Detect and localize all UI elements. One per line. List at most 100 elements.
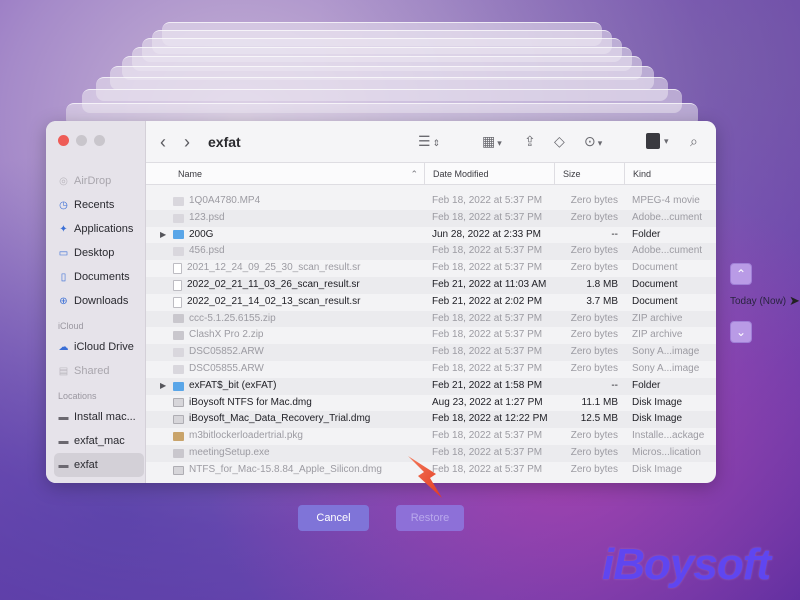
tag-button[interactable]: ◇ — [554, 133, 565, 150]
table-row[interactable]: 2021_12_24_09_25_30_scan_result.sr Feb 18… — [146, 260, 716, 277]
table-row[interactable]: iBoysoft NTFS for Mac.dmg Aug 23, 2022 at… — [146, 395, 716, 412]
file-icon — [173, 247, 184, 257]
table-row[interactable]: ▶ 200G Jun 28, 2022 at 2:33 PM -- Folder — [146, 227, 716, 244]
sidebar-item-documents[interactable]: ▯ Documents — [54, 265, 144, 289]
file-name: 123.psd — [189, 211, 225, 223]
table-row[interactable]: 2022_02_21_11_03_26_scan_result.sr Feb 21… — [146, 276, 716, 294]
file-kind: Sony A...image — [632, 346, 700, 358]
file-icon — [173, 296, 182, 308]
disclosure-triangle-icon[interactable]: ▶ — [160, 227, 168, 244]
chevron-down-icon[interactable]: ▾ — [664, 136, 669, 147]
table-row[interactable]: DSC05852.ARW Feb 18, 2022 at 5:37 PM Zero … — [146, 344, 716, 361]
file-name: meetingSetup.exe — [189, 446, 270, 458]
table-row[interactable]: iBoysoft_Mac_Data_Recovery_Trial.dmg Feb … — [146, 411, 716, 429]
table-row[interactable]: ClashX Pro 2.zip Feb 18, 2022 at 5:37 PM Z… — [146, 327, 716, 344]
share-button[interactable]: ⇪ — [524, 133, 536, 150]
sidebar-item-exfat-mac[interactable]: ▬ exfat_mac — [54, 429, 144, 453]
app-icon[interactable] — [646, 133, 660, 149]
timeline-up-button[interactable]: ⌃ — [730, 263, 752, 285]
table-row[interactable]: 456.psd Feb 18, 2022 at 5:37 PM Zero bytes… — [146, 243, 716, 261]
cancel-button[interactable]: Cancel — [298, 505, 369, 531]
document-icon: ▯ — [60, 271, 67, 283]
sidebar-item-label: Shared — [74, 365, 110, 377]
sidebar-item-icloud-drive[interactable]: ☁ iCloud Drive — [54, 335, 144, 359]
file-name: 1Q0A4780.MP4 — [189, 195, 261, 206]
table-row[interactable]: m3bitlockerloadertrial.pkg Feb 18, 2022 a… — [146, 428, 716, 445]
file-kind: Adobe...cument — [632, 211, 703, 223]
file-name: iBoysoft_Mac_Data_Recovery_Trial.dmg — [189, 413, 371, 425]
file-icon — [173, 348, 184, 358]
back-button[interactable]: ‹ — [160, 132, 166, 153]
file-name-cell: NTFS_for_Mac-15.8.84_Apple_Silicon.dmg — [146, 462, 424, 479]
file-name: exFAT$_bit (exFAT) — [189, 379, 277, 391]
timeline-down-button[interactable]: ⌄ — [730, 321, 752, 343]
file-date: Feb 18, 2022 at 5:37 PM — [432, 329, 543, 341]
applications-icon: ✦ — [59, 223, 68, 235]
close-button[interactable] — [58, 135, 69, 146]
file-size: Zero bytes — [570, 362, 618, 374]
file-kind: Document — [632, 278, 678, 290]
minimize-button[interactable] — [76, 135, 87, 146]
table-row[interactable]: ccc-5.1.25.6155.zip Feb 18, 2022 at 5:37 … — [146, 310, 716, 328]
sidebar-item-shared[interactable]: ▤ Shared — [54, 359, 144, 383]
file-name-cell: DSC05852.ARW — [146, 344, 424, 361]
file-icon — [173, 415, 184, 425]
file-kind: Document — [632, 262, 678, 274]
table-row[interactable]: DSC05855.ARW Feb 18, 2022 at 5:37 PM Zero … — [146, 361, 716, 378]
file-kind: ZIP archive — [632, 312, 683, 324]
file-icon — [173, 364, 184, 374]
chevron-up-icon: ⌃ — [735, 267, 747, 281]
table-row[interactable]: 123.psd Feb 18, 2022 at 5:37 PM Zero bytes… — [146, 209, 716, 227]
file-size: -- — [611, 379, 618, 391]
file-name: NTFS_for_Mac-15.8.84_Apple_Silicon.dmg — [189, 463, 382, 475]
sidebar-item-downloads[interactable]: ⊕ Downloads — [54, 289, 144, 313]
table-row[interactable]: 1Q0A4780.MP4 Feb 18, 2022 at 5:37 PM Zero … — [146, 193, 716, 210]
annotation-arrow-icon — [408, 456, 442, 498]
file-icon — [173, 279, 182, 291]
file-size: Zero bytes — [570, 329, 618, 341]
shared-folder-icon: ▤ — [58, 365, 69, 377]
file-size: Zero bytes — [570, 312, 618, 324]
forward-button[interactable]: › — [184, 132, 190, 153]
column-name[interactable]: Name ⌃ — [146, 163, 424, 184]
clock-icon: ◷ — [59, 199, 68, 211]
cloud-icon: ☁ — [58, 341, 69, 353]
group-button[interactable]: ▦ ▾ — [482, 133, 502, 150]
file-date: Feb 18, 2022 at 5:37 PM — [432, 245, 543, 257]
sidebar-item-applications[interactable]: ✦ Applications — [54, 217, 144, 241]
file-kind: Adobe...cument — [632, 245, 703, 257]
sidebar-item-label: Applications — [74, 223, 134, 235]
file-name-cell: 1Q0A4780.MP4 — [146, 193, 424, 210]
tag-icon: ◇ — [554, 133, 565, 149]
sidebar-item-airdrop[interactable]: ◎ AirDrop — [54, 169, 144, 193]
sidebar-item-label: Documents — [74, 271, 130, 283]
view-options-button[interactable]: ☰ ⇕ — [418, 133, 440, 150]
file-size: 11.1 MB — [581, 396, 619, 408]
search-button[interactable]: ⌕ — [690, 133, 698, 150]
column-date-modified[interactable]: Date Modified — [424, 163, 554, 184]
column-size[interactable]: Size — [554, 163, 624, 184]
file-name-cell: ClashX Pro 2.zip — [146, 327, 424, 344]
sidebar-item-recents[interactable]: ◷ Recents — [54, 193, 144, 217]
file-name-cell: DSC05855.ARW — [146, 361, 424, 378]
file-date: Feb 18, 2022 at 5:37 PM — [432, 346, 543, 358]
file-kind: ZIP archive — [632, 329, 683, 341]
zoom-button[interactable] — [94, 135, 105, 146]
table-row[interactable]: ▶ exFAT$_bit (exFAT) Feb 21, 2022 at 1:58 … — [146, 377, 716, 395]
file-name-cell: iBoysoft_Mac_Data_Recovery_Trial.dmg — [146, 411, 424, 428]
restore-button[interactable]: Restore — [396, 505, 464, 531]
table-row[interactable]: 2022_02_21_14_02_13_scan_result.sr Feb 21… — [146, 294, 716, 311]
disclosure-triangle-icon[interactable]: ▶ — [160, 378, 168, 395]
file-name: DSC05855.ARW — [189, 362, 264, 374]
file-kind: Micros...lication — [632, 446, 701, 458]
share-icon: ⇪ — [524, 133, 536, 149]
sidebar-item-desktop[interactable]: ▭ Desktop — [54, 241, 144, 265]
download-icon: ⊕ — [59, 295, 68, 307]
action-button[interactable]: ⊙ ▾ — [584, 133, 602, 150]
toolbar: ‹ › exfat ☰ ⇕ ▦ ▾ ⇪ ◇ ⊙ ▾ ▾ ⌕ — [146, 121, 716, 163]
sidebar-item-install-mac[interactable]: ▬ Install mac... — [54, 405, 144, 429]
file-name: 2022_02_21_14_02_13_scan_result.sr — [187, 295, 361, 307]
sidebar-item-exfat[interactable]: ▬ exfat — [54, 453, 144, 477]
drive-icon: ▬ — [58, 411, 69, 423]
column-kind[interactable]: Kind — [624, 163, 716, 184]
